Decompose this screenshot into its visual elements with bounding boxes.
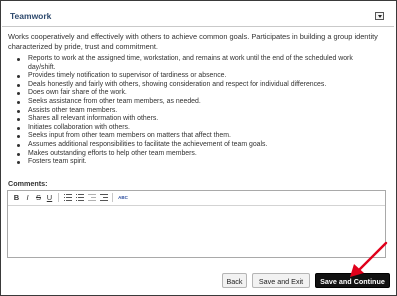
list-item: Does own fair share of the work. — [10, 89, 380, 98]
list-item: Initiates collaboration with others. — [10, 124, 380, 133]
section-title: Teamwork — [10, 11, 52, 21]
section-description: Works cooperatively and effectively with… — [8, 32, 378, 51]
red-annotation-arrow-icon — [350, 241, 388, 277]
chevron-down-icon[interactable] — [375, 12, 384, 20]
list-item: Provides timely notification to supervis… — [10, 72, 380, 81]
list-item: Assumes additional responsibilities to f… — [10, 141, 380, 150]
list-item: Seeks input from other team members on m… — [10, 132, 380, 141]
save-and-exit-button[interactable]: Save and Exit — [252, 273, 310, 288]
indent-icon[interactable] — [100, 194, 108, 201]
list-item: Makes outstanding efforts to help other … — [10, 150, 380, 159]
strikethrough-icon[interactable]: S — [34, 193, 43, 202]
italic-icon[interactable]: I — [23, 193, 32, 202]
behavior-list: Reports to work at the assigned time, wo… — [10, 55, 380, 167]
comments-textarea[interactable] — [8, 205, 385, 257]
list-item: Reports to work at the assigned time, wo… — [10, 55, 380, 72]
underline-icon[interactable]: U — [45, 193, 54, 202]
list-item: Assists other team members. — [10, 107, 380, 116]
comments-editor[interactable]: B I S U ABC — [7, 190, 386, 258]
outdent-icon[interactable] — [88, 194, 96, 201]
list-item: Seeks assistance from other team members… — [10, 98, 380, 107]
unordered-list-icon[interactable] — [76, 194, 84, 201]
toolbar-divider — [112, 193, 113, 202]
ordered-list-icon[interactable] — [64, 194, 72, 201]
comments-label: Comments: — [8, 179, 48, 188]
editor-toolbar: B I S U ABC — [8, 191, 385, 206]
back-button[interactable]: Back — [222, 273, 247, 288]
list-item: Deals honestly and fairly with others, s… — [10, 81, 380, 90]
list-item: Shares all relevant information with oth… — [10, 115, 380, 124]
spellcheck-icon[interactable]: ABC — [116, 193, 130, 202]
list-item: Fosters team spirit. — [10, 158, 380, 167]
section-header[interactable]: Teamwork — [2, 2, 394, 27]
bold-icon[interactable]: B — [12, 193, 21, 202]
toolbar-divider — [58, 193, 59, 202]
